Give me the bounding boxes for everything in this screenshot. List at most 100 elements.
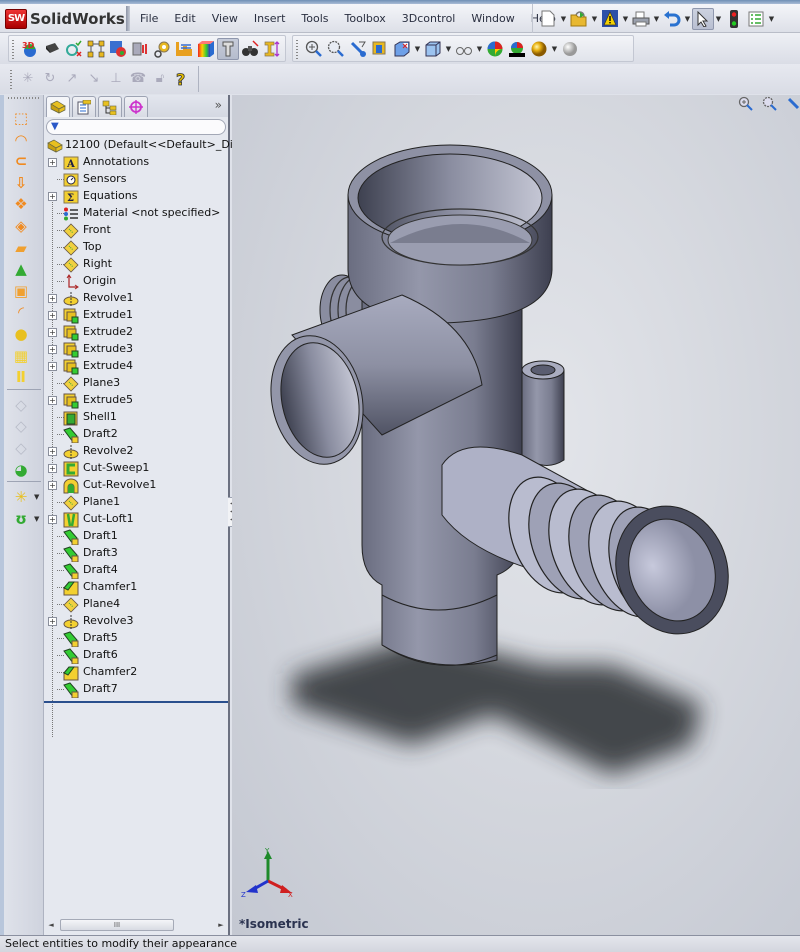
section-view-icon[interactable] xyxy=(369,38,391,60)
tree-item-front[interactable]: Front xyxy=(44,222,228,239)
options-list-icon[interactable] xyxy=(745,8,767,30)
part-model-3d[interactable] xyxy=(232,95,800,935)
feature-tree-tab[interactable] xyxy=(46,96,70,117)
circular-pattern-icon[interactable]: ◇ xyxy=(10,415,32,437)
tree-item-right[interactable]: Right xyxy=(44,256,228,273)
plane-sheet-icon[interactable]: ▰ xyxy=(10,237,32,259)
lock-icon[interactable]: 🔓︎ xyxy=(149,68,171,90)
tree-item-chamfer1[interactable]: Chamfer1 xyxy=(44,579,228,596)
linear-pattern-icon[interactable]: ◇ xyxy=(10,394,32,416)
tree-item-revolve1[interactable]: + Revolve1 xyxy=(44,290,228,307)
hide-show-caret[interactable]: ▼ xyxy=(475,38,484,60)
toolbar-grip[interactable] xyxy=(296,40,298,59)
arrow-se-icon[interactable]: ↘ xyxy=(83,68,105,90)
expand-toggle-icon[interactable]: + xyxy=(48,158,57,167)
expand-toggle-icon[interactable]: + xyxy=(48,328,57,337)
open-dropdown-caret[interactable]: ▼ xyxy=(590,8,599,30)
menu-tools[interactable]: Tools xyxy=(293,4,336,33)
tree-item-draft2[interactable]: Draft2 xyxy=(44,426,228,443)
photo-red-icon[interactable] xyxy=(129,38,151,60)
graphics-viewport[interactable]: Y X Z *Isometric xyxy=(232,95,800,935)
boundary-boss-icon[interactable]: ❖ xyxy=(10,193,32,215)
sketch-point-icon[interactable]: ✳ xyxy=(17,68,39,90)
tree-item-draft6[interactable]: Draft6 xyxy=(44,647,228,664)
help-question-icon[interactable]: ? xyxy=(171,68,193,90)
scroll-track[interactable]: III xyxy=(58,918,214,932)
curves-icon[interactable]: ʊ xyxy=(10,508,32,530)
tree-item-extrude5[interactable]: + Extrude5 xyxy=(44,392,228,409)
reference-geometry-dropdown-caret[interactable]: ▼ xyxy=(34,493,39,501)
panel-expand-chevron[interactable]: » xyxy=(215,98,222,112)
sweep-pipe-icon[interactable]: ◜ xyxy=(10,301,32,323)
configuration-manager-tab[interactable] xyxy=(98,96,122,117)
menu-window[interactable]: Window xyxy=(463,4,522,33)
expand-toggle-icon[interactable]: + xyxy=(48,311,57,320)
expand-toggle-icon[interactable]: + xyxy=(48,617,57,626)
fillet-icon[interactable]: ◕ xyxy=(10,459,32,481)
tree-item-draft1[interactable]: Draft1 xyxy=(44,528,228,545)
rebuild-dropdown-caret[interactable]: ▼ xyxy=(621,8,630,30)
previous-view-icon[interactable] xyxy=(347,38,369,60)
expand-toggle-icon[interactable]: + xyxy=(48,447,57,456)
hide-show-icon[interactable] xyxy=(453,38,475,60)
tree-item-sensors[interactable]: Sensors xyxy=(44,171,228,188)
select-pointer-icon[interactable] xyxy=(692,7,714,30)
expand-toggle-icon[interactable]: + xyxy=(48,192,57,201)
shadows-icon[interactable] xyxy=(559,38,581,60)
dimxpert-tab[interactable] xyxy=(124,96,148,117)
menu-3dcontrol[interactable]: 3Dcontrol xyxy=(394,4,464,33)
traffic-light-icon[interactable] xyxy=(723,8,745,30)
hole-wizard-icon[interactable]: ● xyxy=(10,323,32,345)
tree-item-plane4[interactable]: Plane4 xyxy=(44,596,228,613)
print-dropdown-caret[interactable]: ▼ xyxy=(652,8,661,30)
tree-item-top[interactable]: Top xyxy=(44,239,228,256)
realview-caret[interactable]: ▼ xyxy=(550,38,559,60)
scroll-thumb[interactable]: III xyxy=(60,918,174,931)
tree-item-revolve2[interactable]: + Revolve2 xyxy=(44,443,228,460)
open-folder-icon[interactable] xyxy=(568,8,590,30)
expand-toggle-icon[interactable]: + xyxy=(48,464,57,473)
expand-toggle-icon[interactable]: + xyxy=(48,362,57,371)
ground-icon[interactable]: ⊥ xyxy=(105,68,127,90)
rebuild-warning-icon[interactable] xyxy=(599,8,621,30)
tree-item-extrude4[interactable]: + Extrude4 xyxy=(44,358,228,375)
image-palette-icon[interactable] xyxy=(107,38,129,60)
phone-icon[interactable]: ☎ xyxy=(127,68,149,90)
menu-edit[interactable]: Edit xyxy=(166,4,203,33)
revolved-boss-icon[interactable]: ◠ xyxy=(10,129,32,151)
tree-item-shell1[interactable]: Shell1 xyxy=(44,409,228,426)
zoom-to-fit-icon[interactable] xyxy=(303,38,325,60)
view-orientation-icon[interactable] xyxy=(391,38,413,60)
rollback-bar[interactable] xyxy=(44,701,228,703)
tree-item-cut-revolve1[interactable]: + Cut-Revolve1 xyxy=(44,477,228,494)
chart-step-icon[interactable] xyxy=(173,38,195,60)
reference-geometry-icon[interactable]: ✳ xyxy=(10,486,32,508)
mirror-icon[interactable]: ◇ xyxy=(10,437,32,459)
arrow-ne-icon[interactable]: ↗ xyxy=(61,68,83,90)
expand-toggle-icon[interactable]: + xyxy=(48,294,57,303)
menu-view[interactable]: View xyxy=(204,4,246,33)
tree-item-extrude2[interactable]: + Extrude2 xyxy=(44,324,228,341)
undo-icon[interactable] xyxy=(661,8,683,30)
extruded-boss-icon[interactable]: ⬚ xyxy=(10,107,32,129)
edit-appearance-icon[interactable] xyxy=(484,38,506,60)
command-strip-grip[interactable] xyxy=(8,97,40,99)
binoculars-icon[interactable] xyxy=(239,38,261,60)
tree-item-draft7[interactable]: Draft7 xyxy=(44,681,228,698)
fastener-icon[interactable] xyxy=(217,37,239,60)
color-cube-icon[interactable] xyxy=(195,38,217,60)
zoom-area-icon[interactable] xyxy=(325,38,347,60)
feature-filter-input[interactable]: ▼ xyxy=(46,119,226,135)
expand-toggle-icon[interactable]: + xyxy=(48,396,57,405)
box-feature-icon[interactable]: ▦ xyxy=(10,345,32,367)
expand-toggle-icon[interactable]: + xyxy=(48,515,57,524)
tree-item-cut-loft1[interactable]: + Cut-Loft1 xyxy=(44,511,228,528)
tree-root-part[interactable]: 12100 (Default<<Default>_Displ xyxy=(44,137,249,154)
new-document-icon[interactable] xyxy=(537,8,559,30)
expand-toggle-icon[interactable]: + xyxy=(48,345,57,354)
tree-item-plane3[interactable]: Plane3 xyxy=(44,375,228,392)
realview-icon[interactable] xyxy=(528,38,550,60)
tree-item-plane1[interactable]: Plane1 xyxy=(44,494,228,511)
menu-file[interactable]: File xyxy=(132,4,166,33)
tree-item-draft4[interactable]: Draft4 xyxy=(44,562,228,579)
